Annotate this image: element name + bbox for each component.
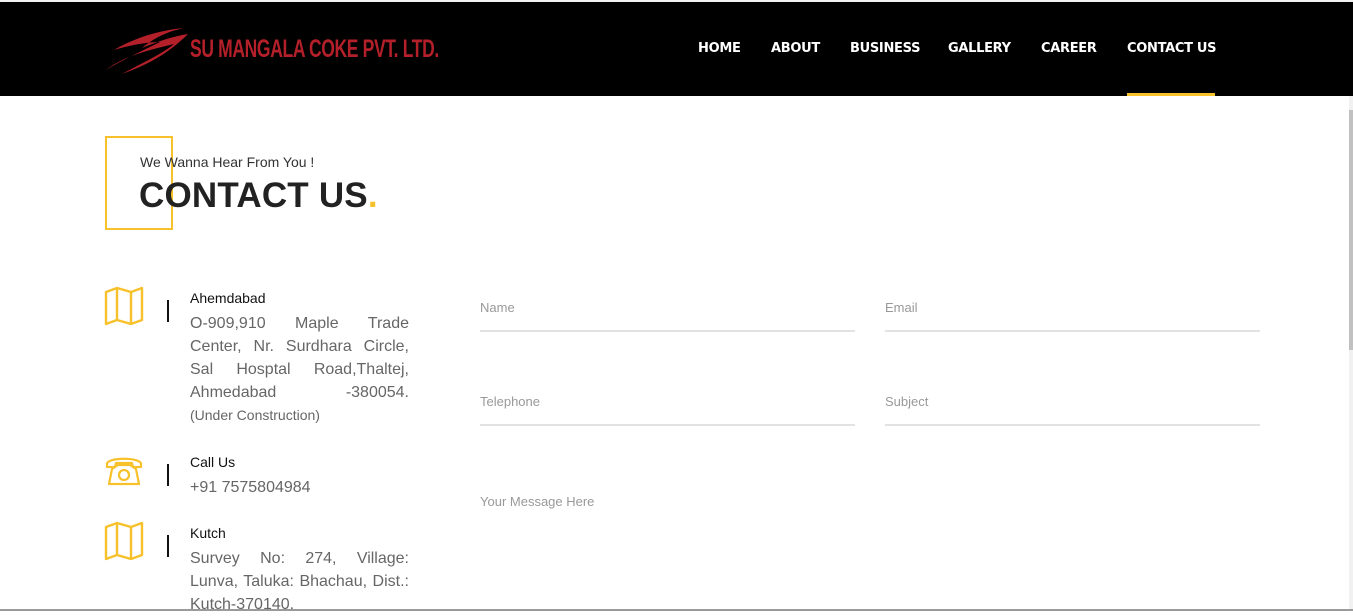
info-divider [167, 300, 169, 322]
message-placeholder: Your Message Here [480, 494, 595, 509]
name-field[interactable]: Name [480, 296, 855, 332]
contact-note-ahmedabad: (Under Construction) [190, 407, 320, 423]
nav-contact-us[interactable]: CONTACT US [1127, 41, 1217, 56]
nav-career[interactable]: CAREER [1041, 41, 1097, 56]
nav-about[interactable]: ABOUT [771, 41, 820, 56]
map-icon [104, 286, 144, 326]
nav-business[interactable]: BUSINESS [850, 41, 920, 56]
info-divider [167, 464, 169, 486]
map-icon [104, 521, 144, 561]
telephone-field[interactable]: Telephone [480, 390, 855, 426]
contact-label-ahmedabad: Ahemdabad [190, 290, 266, 306]
section-title: CONTACT US. [139, 176, 378, 216]
subject-placeholder: Subject [885, 394, 929, 409]
brand-logo[interactable]: SU MANGALA COKE PVT. LTD. [104, 26, 439, 78]
contact-label-kutch: Kutch [190, 525, 226, 541]
contact-label-call: Call Us [190, 454, 236, 470]
swoosh-logo-icon [106, 28, 188, 74]
section-title-text: CONTACT US [139, 176, 368, 215]
nav-gallery[interactable]: GALLERY [948, 41, 1011, 56]
message-field[interactable]: Your Message Here [480, 488, 1260, 606]
nav-active-indicator [1127, 93, 1215, 96]
email-placeholder: Email [885, 300, 918, 315]
telephone-placeholder: Telephone [480, 394, 540, 409]
scrollbar-thumb[interactable] [1349, 110, 1353, 350]
email-field[interactable]: Email [885, 296, 1260, 332]
contact-address-ahmedabad: O-909,910 Maple Trade Center, Nr. Surdha… [190, 315, 409, 401]
site-header: SU MANGALA COKE PVT. LTD. HOME ABOUT BUS… [0, 2, 1353, 96]
nav-home[interactable]: HOME [698, 41, 741, 56]
title-dot: . [367, 176, 378, 215]
contact-phone[interactable]: +91 7575804984 [190, 476, 409, 499]
section-subtitle: We Wanna Hear From You ! [140, 154, 315, 170]
brand-name: SU MANGALA COKE PVT. LTD. [190, 35, 439, 63]
info-divider [167, 535, 169, 557]
name-placeholder: Name [480, 300, 515, 315]
contact-address-kutch: Survey No: 274, Village: Lunva, Taluka: … [190, 550, 409, 613]
subject-field[interactable]: Subject [885, 390, 1260, 426]
phone-icon [105, 457, 143, 486]
